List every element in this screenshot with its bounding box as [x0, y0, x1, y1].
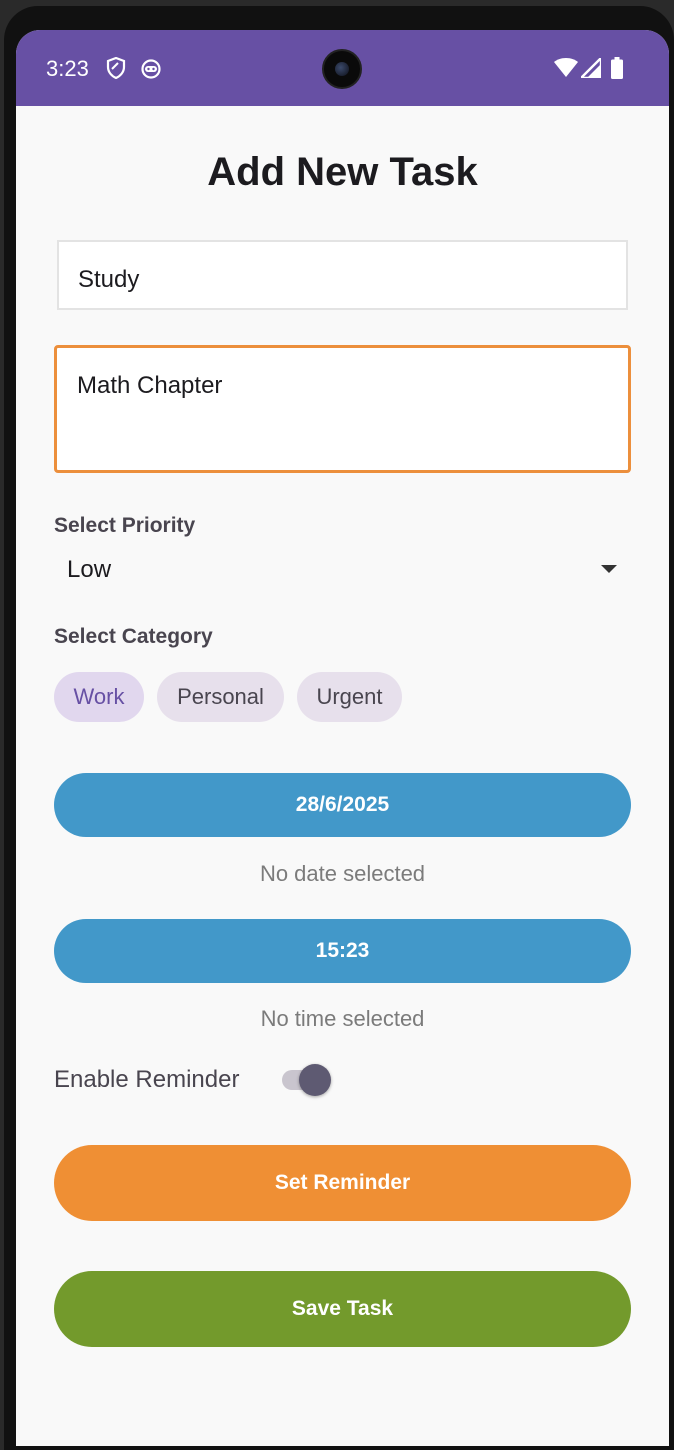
chip-label: Work: [73, 684, 125, 709]
status-time: 3:23: [46, 56, 89, 81]
category-chip-personal[interactable]: Personal: [157, 672, 284, 722]
page-title: Add New Task: [207, 150, 478, 194]
enable-reminder-switch[interactable]: [280, 1064, 332, 1096]
switch-thumb: [299, 1064, 331, 1096]
front-camera: [322, 49, 362, 89]
category-label: Select Category: [54, 625, 213, 648]
time-helper-text: No time selected: [260, 1006, 425, 1031]
pick-date-label: 28/6/2025: [295, 793, 390, 816]
save-task-label: Save Task: [291, 1297, 394, 1320]
cell-signal-icon: [579, 56, 603, 83]
pick-time-button[interactable]: 15:23: [54, 919, 631, 983]
save-task-button[interactable]: Save Task: [54, 1271, 631, 1347]
set-reminder-button[interactable]: Set Reminder: [54, 1145, 631, 1221]
task-title-input[interactable]: Study: [57, 240, 628, 310]
task-description-value: Math Chapter: [77, 372, 223, 399]
android-head-icon: [140, 57, 162, 84]
priority-dropdown[interactable]: Low: [54, 548, 631, 592]
wifi-icon: [554, 58, 578, 83]
chip-label: Personal: [177, 684, 264, 709]
chip-label: Urgent: [316, 684, 383, 709]
pick-time-label: 15:23: [315, 939, 370, 962]
task-title-value: Study: [78, 266, 140, 293]
priority-selected-value: Low: [67, 556, 112, 583]
app-screen: 3:23 Add New Task Study Math Chapter Sel…: [16, 30, 669, 1446]
category-chip-urgent[interactable]: Urgent: [297, 672, 402, 722]
dropdown-arrow-icon: [601, 565, 617, 573]
task-description-input[interactable]: Math Chapter: [54, 345, 631, 473]
priority-label: Select Priority: [54, 514, 196, 537]
set-reminder-label: Set Reminder: [274, 1171, 411, 1194]
shield-icon: [106, 56, 126, 84]
date-helper-text: No date selected: [259, 861, 426, 886]
device-frame: 3:23 Add New Task Study Math Chapter Sel…: [0, 0, 674, 1450]
enable-reminder-label: Enable Reminder: [54, 1066, 240, 1093]
category-chip-work[interactable]: Work: [54, 672, 144, 722]
status-bar: 3:23: [16, 30, 669, 106]
pick-date-button[interactable]: 28/6/2025: [54, 773, 631, 837]
battery-icon: [611, 57, 623, 84]
